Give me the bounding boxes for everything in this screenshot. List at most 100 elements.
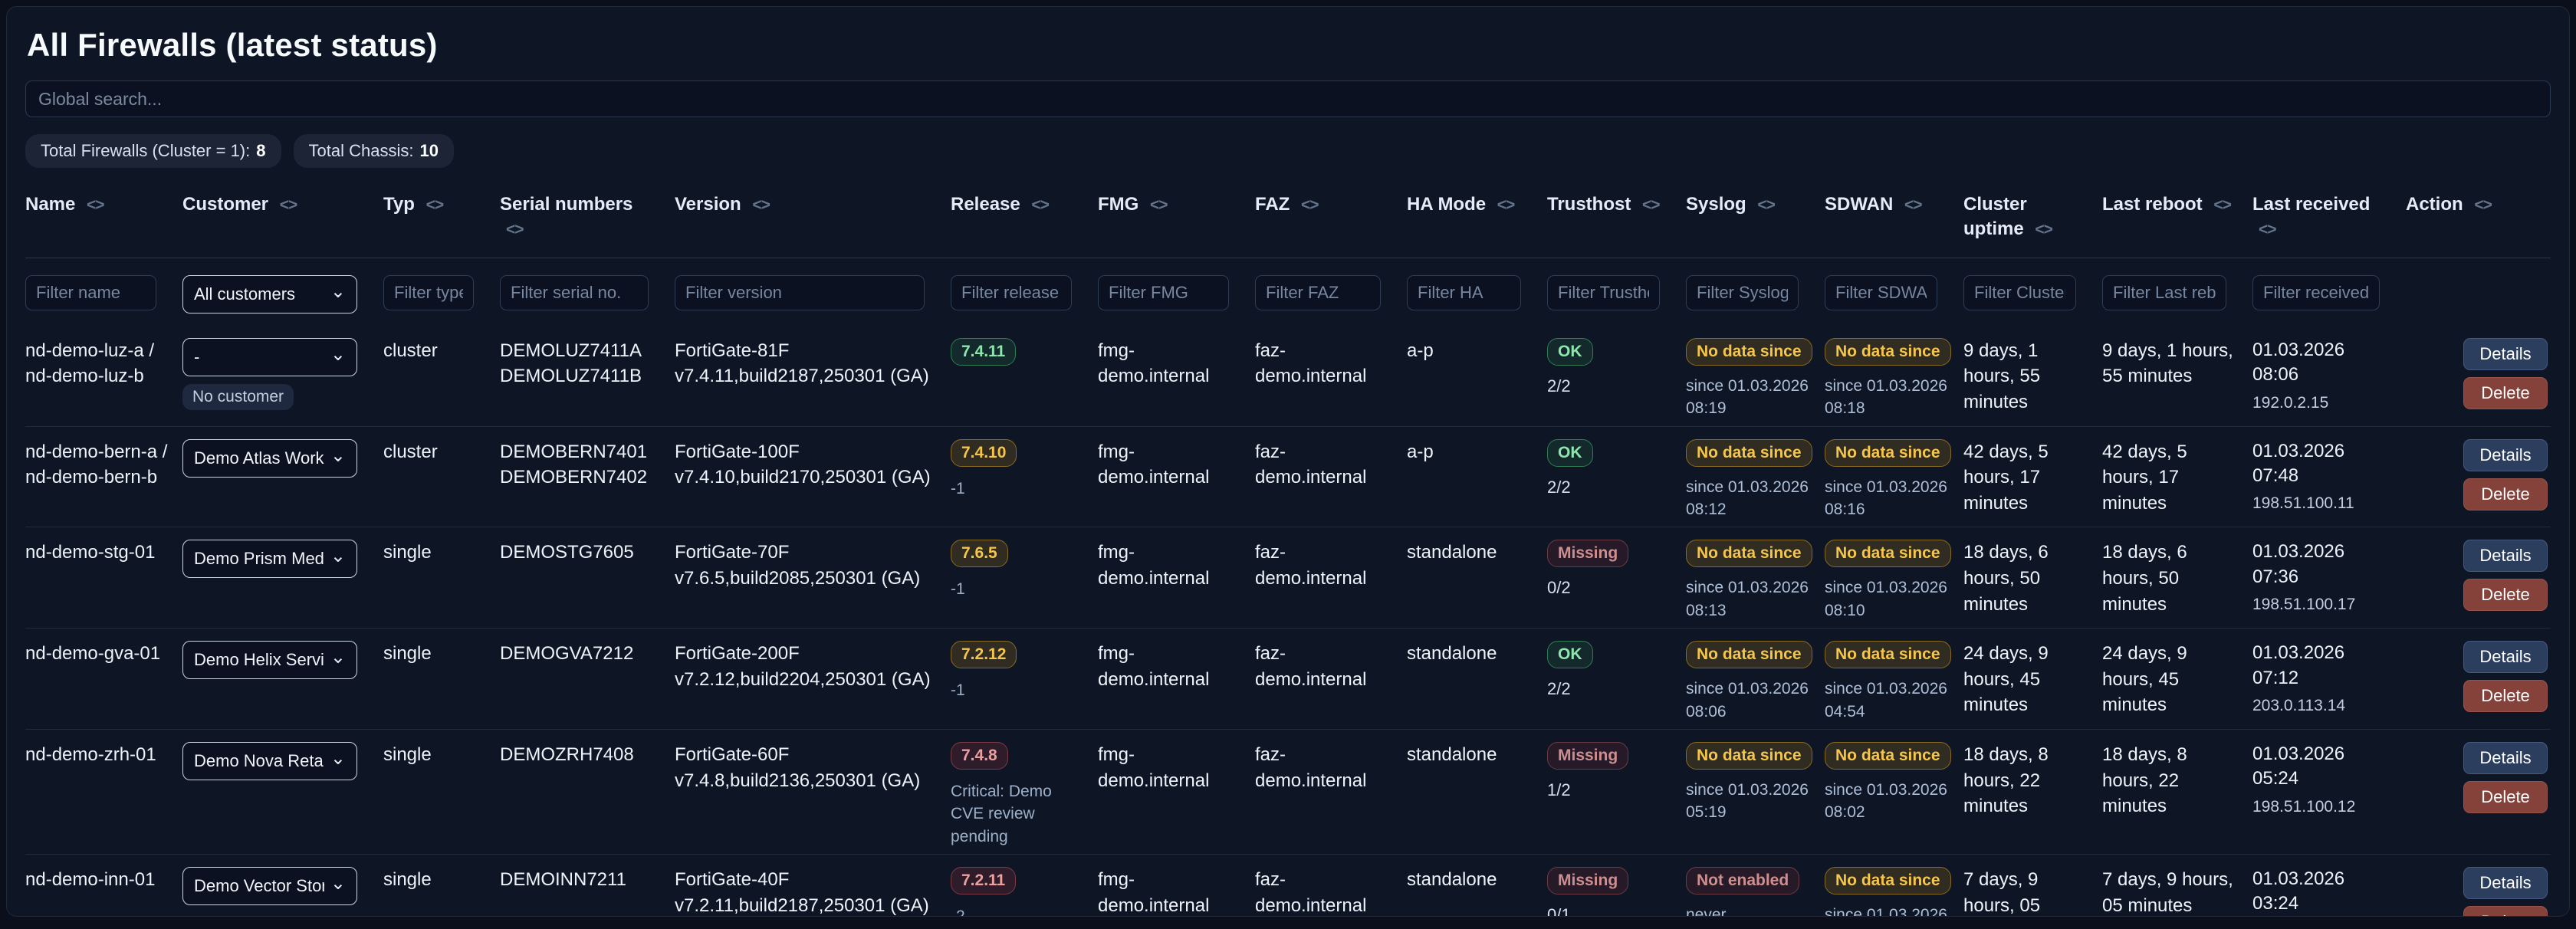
details-button[interactable]: Details [2463,867,2548,899]
global-search-input[interactable] [25,80,2551,117]
delete-button[interactable]: Delete [2463,478,2548,510]
sort-icon[interactable]: <> [2259,221,2276,238]
syslog-status-badge: Not enabled [1686,867,1799,895]
details-button[interactable]: Details [2463,641,2548,673]
last-reboot: 42 days, 5 hours, 17 minutes [2102,439,2252,517]
sort-icon[interactable]: <> [506,221,524,238]
filter-row: All customers ⌄ [25,258,2551,326]
column-header[interactable]: Last reboot <> [2102,192,2252,242]
filter-version-input[interactable] [675,275,925,310]
column-header[interactable]: Release <> [951,192,1098,242]
filter-last-received-input[interactable] [2252,275,2380,310]
firewall-name: nd-demo-luz-a / nd-demo-luz-b [25,338,182,389]
sort-icon[interactable]: <> [1904,196,1922,214]
total-firewalls-value: 8 [256,141,265,161]
filter-fmg-input[interactable] [1098,275,1229,310]
column-header[interactable]: Last received <> [2252,192,2406,242]
sdwan-status-badge: No data since [1825,540,1951,567]
sort-icon[interactable]: <> [1031,196,1049,214]
sort-icon[interactable]: <> [2035,221,2052,238]
sort-icon[interactable]: <> [426,196,444,214]
filter-name-input[interactable] [25,275,156,310]
chevron-down-icon: ⌄ [330,648,346,667]
delete-button[interactable]: Delete [2463,906,2548,917]
trusthost-status-badge: OK [1547,439,1593,467]
details-button[interactable]: Details [2463,439,2548,471]
sort-icon[interactable]: <> [1642,196,1660,214]
sort-icon[interactable]: <> [2213,196,2231,214]
last-received-date: 01.03.2026 07:36 [2252,540,2392,589]
customer-select[interactable]: Demo Nova Retail ⌄ [182,742,357,780]
sdwan-since: since 01.03.2026 08:02 [1825,779,1950,824]
sort-icon[interactable]: <> [1757,196,1775,214]
column-header[interactable]: FMG <> [1098,192,1255,242]
delete-button[interactable]: Delete [2463,680,2548,712]
syslog-since: since 01.03.2026 08:12 [1686,476,1811,521]
last-received-date: 01.03.2026 07:48 [2252,439,2392,489]
page-title: All Firewalls (latest status) [27,27,2551,64]
customer-select[interactable]: Demo Atlas Works ⌄ [182,439,357,478]
delete-button[interactable]: Delete [2463,781,2548,813]
details-button[interactable]: Details [2463,540,2548,572]
column-header-label: Trusthost [1547,194,1631,215]
column-header[interactable]: Version <> [675,192,951,242]
column-header[interactable]: HA Mode <> [1407,192,1547,242]
column-header[interactable]: FAZ <> [1255,192,1407,242]
filter-release-input[interactable] [951,275,1072,310]
column-header[interactable]: SDWAN <> [1825,192,1963,242]
fmg-host: fmg-demo.internal [1098,641,1255,692]
details-button[interactable]: Details [2463,742,2548,774]
filter-typ-input[interactable] [383,275,474,310]
column-header[interactable]: Trusthost <> [1547,192,1686,242]
customer-filter-value: All customers [194,284,295,304]
fmg-host: fmg-demo.internal [1098,742,1255,793]
table-row: nd-demo-stg-01 Demo Prism Media ⌄ single… [25,527,2551,628]
column-header[interactable]: Serial numbers <> [500,192,675,242]
last-reboot: 7 days, 9 hours, 05 minutes [2102,867,2252,917]
delete-button[interactable]: Delete [2463,377,2548,409]
filter-trusthost-input[interactable] [1547,275,1660,310]
filter-ha-input[interactable] [1407,275,1521,310]
filter-syslog-input[interactable] [1686,275,1799,310]
filter-sdwan-input[interactable] [1825,275,1937,310]
last-received-ip: 203.0.113.14 [2252,697,2392,715]
column-header[interactable]: Typ <> [383,192,500,242]
firewall-typ: single [383,867,500,893]
filter-cluster-uptime-input[interactable] [1963,275,2076,310]
filter-serial-input[interactable] [500,275,649,310]
filter-faz-input[interactable] [1255,275,1381,310]
sort-icon[interactable]: <> [1301,196,1319,214]
faz-host: faz-demo.internal [1255,742,1407,793]
details-button[interactable]: Details [2463,338,2548,370]
customer-filter-select[interactable]: All customers ⌄ [182,275,357,313]
customer-select[interactable]: Demo Vector Stores ⌄ [182,867,357,905]
sort-icon[interactable]: <> [1150,196,1168,214]
summary-badges: Total Firewalls (Cluster = 1): 8 Total C… [25,134,2551,168]
column-header[interactable]: Cluster uptime <> [1963,192,2102,242]
customer-select[interactable]: - ⌄ [182,338,357,376]
customer-select[interactable]: Demo Helix Service ⌄ [182,641,357,679]
customer-select-value: Demo Vector Stores [194,876,324,896]
column-header-label: SDWAN [1825,194,1893,215]
sort-icon[interactable]: <> [280,196,297,214]
sort-icon[interactable]: <> [1497,196,1515,214]
version-build: v7.4.10,build2170,250301 (GA) [675,464,937,491]
syslog-since: never [1686,904,1811,917]
column-header[interactable]: Customer <> [182,192,383,242]
customer-select[interactable]: Demo Prism Media ⌄ [182,540,357,578]
column-header[interactable]: Syslog <> [1686,192,1825,242]
column-header-label: Customer [182,194,268,215]
sort-icon[interactable]: <> [87,196,104,214]
delete-button[interactable]: Delete [2463,579,2548,611]
column-header[interactable]: Action <> [2406,192,2551,242]
trusthost-status-badge: OK [1547,641,1593,668]
faz-host: faz-demo.internal [1255,540,1407,591]
column-header-label: Release [951,194,1020,215]
firewall-name: nd-demo-stg-01 [25,540,182,566]
cluster-uptime: 9 days, 1 hours, 55 minutes [1963,338,2102,415]
sort-icon[interactable]: <> [2474,196,2492,214]
sort-icon[interactable]: <> [752,196,770,214]
column-header[interactable]: Name <> [25,192,182,242]
filter-last-reboot-input[interactable] [2102,275,2226,310]
table-row: nd-demo-inn-01 Demo Vector Stores ⌄ sing… [25,854,2551,917]
